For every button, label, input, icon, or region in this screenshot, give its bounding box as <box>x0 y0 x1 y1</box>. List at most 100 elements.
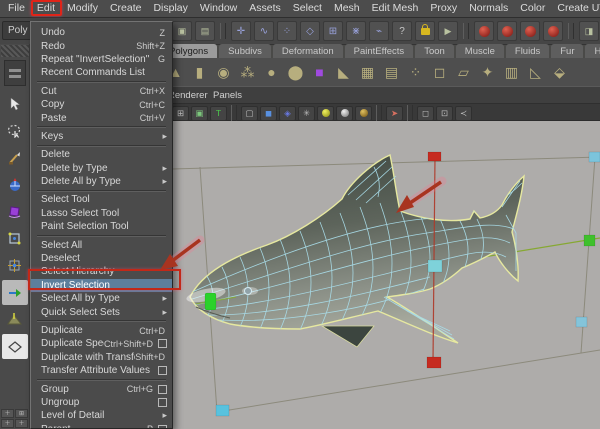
lock-icon[interactable] <box>415 21 435 41</box>
layout-four-pane-button[interactable]: ⊞ <box>15 409 28 418</box>
menu-display[interactable]: Display <box>147 0 193 17</box>
menu-select[interactable]: Select <box>287 0 328 17</box>
menu-edit[interactable]: Edit <box>30 0 63 17</box>
menu-item-select-all[interactable]: Select All <box>31 238 172 251</box>
menu-item-keys[interactable]: Keys <box>31 130 172 143</box>
shark-far-fin[interactable] <box>320 325 375 348</box>
menu-item-duplicate-special[interactable]: Duplicate SpecialCtrl+Shift+D <box>31 337 172 350</box>
menu-item-ungroup[interactable]: Ungroup <box>31 396 172 409</box>
snap-to-plane-icon[interactable]: ◇ <box>300 21 320 41</box>
menu-window[interactable]: Window <box>194 0 243 17</box>
menu-modify[interactable]: Modify <box>61 0 104 17</box>
all-lights-icon[interactable]: ✳ <box>298 105 315 121</box>
wireframe-mode-icon[interactable]: ▢ <box>241 105 258 121</box>
menu-file[interactable]: File <box>2 0 31 17</box>
toolbox-drag-handle[interactable] <box>0 45 29 57</box>
shelf-tab-fluids[interactable]: Fluids <box>505 44 550 58</box>
menu-assets[interactable]: Assets <box>243 0 287 17</box>
option-box-icon[interactable] <box>158 366 167 376</box>
menu-item-lasso-select-tool[interactable]: Lasso Select Tool <box>31 207 172 220</box>
status-group-divider[interactable] <box>463 23 469 39</box>
heads-up-display-icon[interactable]: T <box>210 105 227 121</box>
make-live-icon[interactable]: ⊞ <box>323 21 343 41</box>
lasso-select-tool-icon[interactable] <box>1 118 28 143</box>
poly-bend-icon[interactable]: ⬙ <box>548 60 571 84</box>
poly-planes-icon[interactable]: ▱ <box>452 60 475 84</box>
option-box-icon[interactable] <box>158 424 167 428</box>
menu-item-repeat[interactable]: Repeat "InvertSelection" G <box>31 53 172 66</box>
menu-item-duplicate[interactable]: Duplicate Ctrl+D <box>31 324 172 337</box>
camera-gate-icon[interactable]: ⊡ <box>436 105 453 121</box>
select-object-mask-icon[interactable]: ▤ <box>195 21 215 41</box>
rotate-tool-icon[interactable] <box>1 199 28 224</box>
layout-persp-outliner-button[interactable]: ＋ <box>1 419 14 428</box>
menu-item-cut[interactable]: Cut Ctrl+X <box>31 85 172 98</box>
status-group-divider[interactable] <box>220 23 226 39</box>
film-gate-icon[interactable]: ▣ <box>191 105 208 121</box>
menu-create[interactable]: Create <box>104 0 148 17</box>
hypershade-icon[interactable] <box>543 21 563 41</box>
menu-item-group[interactable]: Group Ctrl+G <box>31 382 172 395</box>
menu-item-select-all-by-type[interactable]: Select All by Type <box>31 292 172 305</box>
highlight-selection-icon[interactable]: ▶ <box>438 21 458 41</box>
menu-item-quick-select-sets[interactable]: Quick Select Sets <box>31 305 172 318</box>
menu-item-parent[interactable]: ParentP <box>31 423 172 428</box>
menu-mesh[interactable]: Mesh <box>328 0 366 17</box>
panel-menu-renderer[interactable]: Renderer <box>168 87 208 104</box>
shelf-tab-subdivs[interactable]: Subdivs <box>219 44 271 58</box>
shelf-tab-deformation[interactable]: Deformation <box>272 44 343 58</box>
xray-mode-icon[interactable]: ◻ <box>417 105 434 121</box>
show-manipulator-icon[interactable] <box>1 334 28 359</box>
snap-to-curve-icon[interactable]: ∿ <box>254 21 274 41</box>
poly-sphere-icon[interactable]: ◉ <box>212 60 235 84</box>
menu-color[interactable]: Color <box>514 0 551 17</box>
option-box-icon[interactable] <box>158 384 167 394</box>
separate-view-icon[interactable]: ≺ <box>455 105 472 121</box>
poly-sphere2-icon[interactable]: ● <box>260 60 283 84</box>
snap-to-grid-icon[interactable]: ✛ <box>231 21 251 41</box>
textured-ball-icon[interactable] <box>355 105 372 121</box>
soft-mod-tool-icon[interactable] <box>1 307 28 332</box>
poly-cube-icon[interactable]: ◻ <box>428 60 451 84</box>
shelf-tab-hair[interactable]: Hair <box>585 44 600 58</box>
shading-ball-icon[interactable] <box>336 105 353 121</box>
menu-item-recent-commands[interactable]: Recent Commands List <box>31 66 172 79</box>
poly-grid-icon[interactable]: ▥ <box>500 60 523 84</box>
ipr-render-icon[interactable] <box>497 21 517 41</box>
poly-ball-icon[interactable]: ⬤ <box>284 60 307 84</box>
menu-item-copy[interactable]: Copy Ctrl+C <box>31 98 172 111</box>
poly-boolean-icon[interactable]: ▤ <box>380 60 403 84</box>
poly-combine-icon[interactable]: ▦ <box>356 60 379 84</box>
menu-item-redo[interactable]: Redo Shift+Z <box>31 39 172 52</box>
input-connections-icon[interactable]: ⋇ <box>346 21 366 41</box>
shaded-mode-icon[interactable]: ◼ <box>260 105 277 121</box>
move-tool-icon[interactable] <box>1 172 28 197</box>
menu-normals[interactable]: Normals <box>463 0 514 17</box>
menu-proxy[interactable]: Proxy <box>424 0 463 17</box>
poly-coins-icon[interactable]: ⁘ <box>404 60 427 84</box>
default-material-icon[interactable] <box>317 105 334 121</box>
menu-item-deselect[interactable]: Deselect <box>31 252 172 265</box>
render-view-icon[interactable] <box>474 21 494 41</box>
poly-extrude-icon[interactable]: ✦ <box>476 60 499 84</box>
status-group-divider[interactable] <box>568 23 574 39</box>
menu-item-paste[interactable]: Paste Ctrl+V <box>31 111 172 124</box>
shelf-tab-painteffects[interactable]: PaintEffects <box>344 44 414 58</box>
universal-manipulator-icon[interactable] <box>1 253 28 278</box>
menu-item-delete-by-type[interactable]: Delete by Type <box>31 162 172 175</box>
paint-selection-tool-icon[interactable] <box>1 145 28 170</box>
isolate-select-icon[interactable]: ➤ <box>386 105 403 121</box>
poly-cylinder-icon[interactable]: ▮ <box>188 60 211 84</box>
quick-layout-widget[interactable] <box>3 60 26 86</box>
menu-item-select-tool[interactable]: Select Tool <box>31 193 172 206</box>
grid-toggle-icon[interactable]: ⊞ <box>172 105 189 121</box>
scale-tool-icon[interactable] <box>1 226 28 251</box>
menu-item-delete[interactable]: Delete <box>31 148 172 161</box>
poly-scatter-icon[interactable]: ⁂ <box>236 60 259 84</box>
snap-to-point-icon[interactable]: ⁘ <box>277 21 297 41</box>
menu-item-duplicate-with-transform[interactable]: Duplicate with TransformShift+D <box>31 351 172 364</box>
shelf-tab-fur[interactable]: Fur <box>551 44 584 58</box>
panel-menu-panels[interactable]: Panels <box>213 87 242 104</box>
shelf-tab-toon[interactable]: Toon <box>415 44 454 58</box>
shark-model[interactable] <box>185 154 525 344</box>
